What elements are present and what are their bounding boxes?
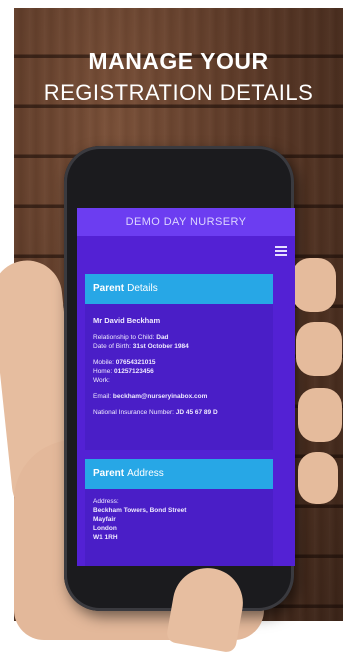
relationship-label: Relationship to Child: xyxy=(93,334,155,341)
phone-screen: DEMO DAY NURSERY Parent Details Mr David … xyxy=(77,208,295,566)
work-row: Work: xyxy=(93,376,265,385)
ni-label: National Insurance Number: xyxy=(93,409,174,416)
parent-name: Mr David Beckham xyxy=(93,316,161,325)
parent-details-heading-bold: Parent xyxy=(93,283,125,294)
headline-line-1: MANAGE YOUR xyxy=(88,48,269,74)
mobile-value: 07654321015 xyxy=(115,359,156,366)
address-line-1: Beckham Towers, Bond Street xyxy=(93,507,187,514)
hamburger-menu-icon[interactable] xyxy=(275,246,287,256)
parent-address-heading-light: Address xyxy=(127,468,164,479)
email-row: Email: beckham@nurseryinabox.com xyxy=(93,392,265,401)
ni-row: National Insurance Number: JD 45 67 89 D xyxy=(93,408,265,417)
dob-value: 31st October 1984 xyxy=(132,343,189,350)
hand-finger-4 xyxy=(298,452,338,504)
email-value: beckham@nurseryinabox.com xyxy=(112,393,208,400)
address-line-4: W1 1RH xyxy=(93,534,118,541)
parent-details-header[interactable]: Parent Details xyxy=(85,274,273,304)
dob-label: Date of Birth: xyxy=(93,343,131,350)
parent-address-heading-bold: Parent xyxy=(93,468,125,479)
mobile-row: Mobile: 07654321015 xyxy=(93,358,265,367)
app-title: DEMO DAY NURSERY xyxy=(125,216,247,228)
parent-details-heading-light: Details xyxy=(127,283,158,294)
parent-address-card: Parent Address Address: Beckham Towers, B… xyxy=(85,459,273,566)
ni-value: JD 45 67 89 D xyxy=(175,409,218,416)
parent-address-header[interactable]: Parent Address xyxy=(85,459,273,489)
relationship-value: Dad xyxy=(156,334,169,341)
headline-line-2: REGISTRATION DETAILS xyxy=(43,80,314,105)
mobile-label: Mobile: xyxy=(93,359,114,366)
hand-finger-3 xyxy=(298,388,342,442)
relationship-row: Relationship to Child: Dad xyxy=(93,333,265,342)
hand-finger-1 xyxy=(292,258,336,312)
dob-row: Date of Birth: 31st October 1984 xyxy=(93,342,265,351)
parent-details-card: Parent Details Mr David Beckham Relations… xyxy=(85,274,273,450)
hand-finger-2 xyxy=(296,322,342,376)
home-label: Home: xyxy=(93,368,113,375)
work-label: Work: xyxy=(93,377,110,384)
app-title-bar: DEMO DAY NURSERY xyxy=(77,208,295,236)
home-value: 01257123456 xyxy=(113,368,154,375)
home-row: Home: 01257123456 xyxy=(93,367,265,376)
email-label: Email: xyxy=(93,393,112,400)
address-line-2: Mayfair xyxy=(93,516,116,523)
address-label: Address: xyxy=(93,498,119,505)
address-line-3: London xyxy=(93,525,117,532)
